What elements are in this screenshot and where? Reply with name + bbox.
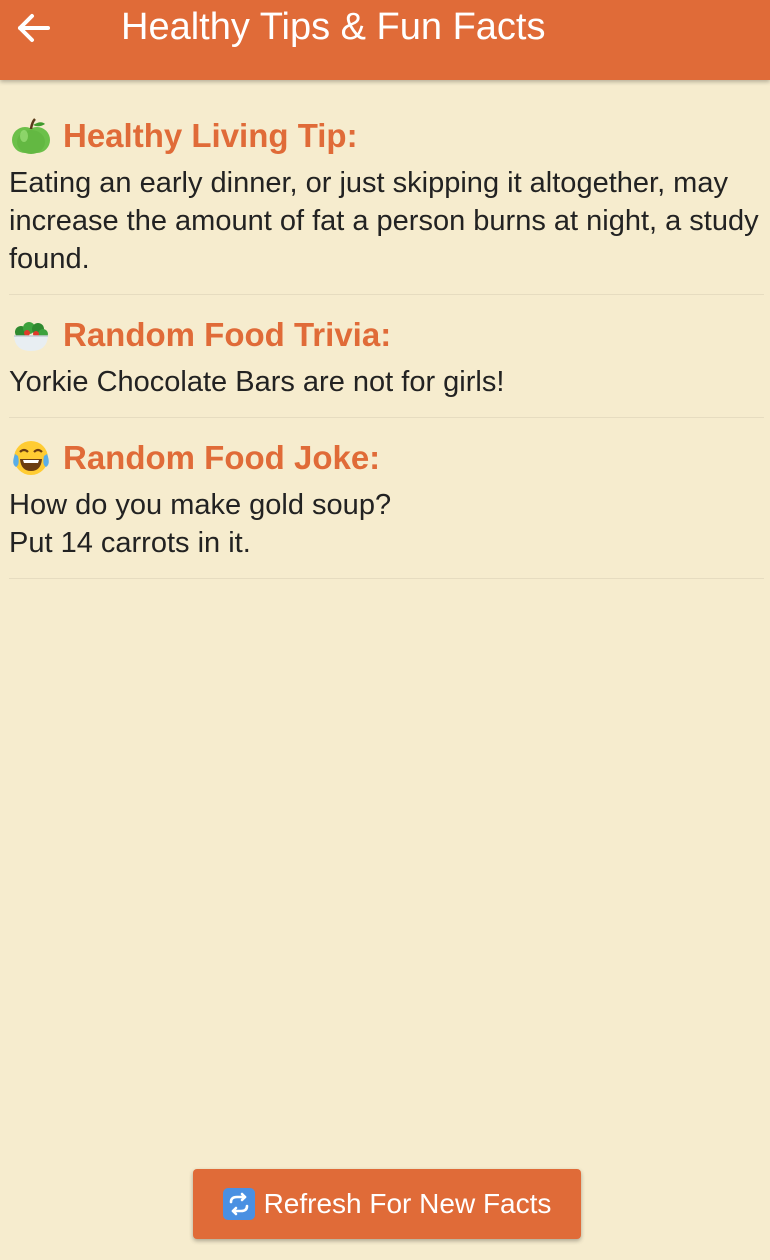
content-area: Healthy Living Tip: Eating an early dinn… [9, 108, 764, 579]
back-button[interactable] [12, 6, 56, 50]
section-heading: Random Food Trivia: [9, 307, 764, 363]
section-heading-text: Healthy Living Tip: [63, 117, 358, 154]
joke-answer: Put 14 carrots in it. [9, 527, 251, 559]
arrow-left-icon [18, 14, 50, 42]
joke-question: How do you make gold soup? [9, 489, 392, 521]
section-heading: Healthy Living Tip: [9, 108, 764, 164]
green-apple-icon [9, 114, 53, 158]
joke-text: How do you make gold soup? Put 14 carrot… [9, 486, 764, 578]
section-heading: Random Food Joke: [9, 430, 764, 486]
app-bar: Healthy Tips & Fun Facts [0, 0, 770, 80]
page-title: Healthy Tips & Fun Facts [121, 6, 546, 48]
trivia-line: Yorkie Chocolate Bars are not for girls! [9, 366, 505, 398]
food-joke-section: Random Food Joke: How do you make gold s… [9, 430, 764, 579]
healthy-tip-section: Healthy Living Tip: Eating an early dinn… [9, 108, 764, 295]
salad-bowl-icon [9, 313, 53, 357]
refresh-button[interactable]: Refresh For New Facts [193, 1169, 581, 1239]
trivia-text: Yorkie Chocolate Bars are not for girls! [9, 363, 764, 417]
food-trivia-section: Random Food Trivia: Yorkie Chocolate Bar… [9, 307, 764, 418]
tip-line: Eating an early dinner, or just skipping… [9, 167, 759, 275]
section-heading-text: Random Food Joke: [63, 439, 381, 476]
refresh-button-label: Refresh For New Facts [263, 1188, 552, 1219]
tears-of-joy-icon [9, 436, 53, 480]
tip-text: Eating an early dinner, or just skipping… [9, 164, 764, 294]
section-heading-text: Random Food Trivia: [63, 316, 392, 353]
refresh-arrows-icon [222, 1188, 255, 1220]
